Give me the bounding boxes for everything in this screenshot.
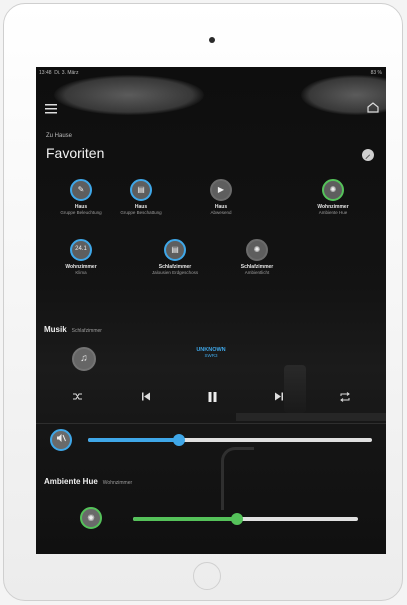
bulb-icon[interactable]: ✎ [70, 179, 92, 201]
light-bulb-icon[interactable]: ✺ [80, 507, 102, 529]
favorite-tile[interactable]: ▤ Haus Gruppe Beschattung [106, 179, 176, 216]
favorite-glyph: ✎ [77, 185, 85, 194]
brightness-slider-fill [133, 517, 237, 521]
favorite-tile[interactable]: 24.1 Wohnzimmer Klima [46, 239, 116, 276]
temperature-icon[interactable]: 24.1 [70, 239, 92, 261]
favorite-tile[interactable]: ✺ Wohnzimmer Ambiente Hue [298, 179, 368, 216]
brightness-slider-handle[interactable] [230, 513, 243, 525]
battery-level: 83 % [370, 70, 382, 76]
counter-background [236, 413, 386, 421]
status-bar: 13:48 Di. 3. März 83 % [36, 67, 386, 79]
page-title: Favoriten [46, 145, 105, 161]
blinds-icon[interactable]: ▤ [164, 239, 186, 261]
mute-icon[interactable] [50, 429, 72, 451]
app-screen: 13:48 Di. 3. März 83 % Zu Hause Favorite… [36, 67, 386, 554]
favorite-subtitle: Ambientlicht [244, 270, 270, 275]
blinds-icon[interactable]: ▤ [130, 179, 152, 201]
music-label: Musik [44, 325, 67, 334]
device-home-button[interactable] [193, 562, 221, 590]
favorite-glyph: ✺ [329, 185, 337, 194]
music-note-icon[interactable]: ♫ [72, 347, 96, 371]
now-playing: UNKNOWN SWR3 [176, 347, 246, 358]
favorite-tile[interactable]: ▤ Schlafzimmer Jalousien Erdgeschoss [140, 239, 210, 276]
favorite-subtitle: Gruppe Beschattung [120, 210, 162, 215]
pause-icon[interactable] [208, 392, 217, 405]
light-icon[interactable]: ✺ [322, 179, 344, 201]
repeat-icon[interactable] [339, 392, 351, 405]
faucet-background [221, 447, 254, 510]
favorite-tile[interactable]: ▶ Haus Abwesend [186, 179, 256, 216]
volume-slider-fill [88, 438, 179, 442]
favorite-glyph: ✺ [253, 245, 261, 254]
favorite-glyph: ▤ [137, 185, 145, 194]
kettle-background [284, 365, 306, 413]
favorite-tile[interactable]: ✺ Schlafzimmer Ambientlicht [222, 239, 292, 276]
volume-slider[interactable] [88, 434, 372, 446]
favorite-glyph: ▤ [171, 245, 179, 254]
front-camera [209, 37, 215, 43]
brightness-slider[interactable] [133, 513, 358, 525]
hue-section-title: Ambiente Hue Wohnzimmer [44, 477, 132, 486]
edit-icon[interactable] [362, 149, 374, 161]
previous-icon[interactable] [141, 392, 151, 404]
home-icon[interactable] [367, 100, 379, 118]
breadcrumb[interactable]: Zu Hause [46, 133, 72, 139]
play-icon[interactable]: ▶ [210, 179, 232, 201]
favorite-subtitle: Ambiente Hue [318, 210, 348, 215]
ceiling-lamp [54, 75, 204, 115]
favorite-subtitle: Abwesend [210, 210, 232, 215]
favorite-subtitle: Klima [75, 270, 87, 275]
menu-icon[interactable] [45, 101, 57, 119]
status-date: Di. 3. März [54, 70, 79, 76]
shuffle-icon[interactable] [72, 392, 83, 404]
light-icon[interactable]: ✺ [246, 239, 268, 261]
volume-slider-handle[interactable] [172, 434, 185, 446]
divider [36, 423, 386, 424]
status-time: 13:48 [39, 70, 52, 76]
favorite-subtitle: Jalousien Erdgeschoss [151, 270, 199, 275]
favorite-glyph: 24.1 [75, 246, 87, 252]
favorite-glyph: ▶ [217, 185, 225, 194]
next-icon[interactable] [274, 392, 284, 404]
track-artist: SWR3 [204, 353, 218, 358]
music-section-title: Musik Schlafzimmer [44, 325, 102, 334]
tablet-frame: 13:48 Di. 3. März 83 % Zu Hause Favorite… [3, 3, 403, 601]
music-room: Schlafzimmer [71, 328, 102, 334]
hue-label: Ambiente Hue [44, 477, 98, 486]
hue-room: Wohnzimmer [102, 480, 133, 486]
